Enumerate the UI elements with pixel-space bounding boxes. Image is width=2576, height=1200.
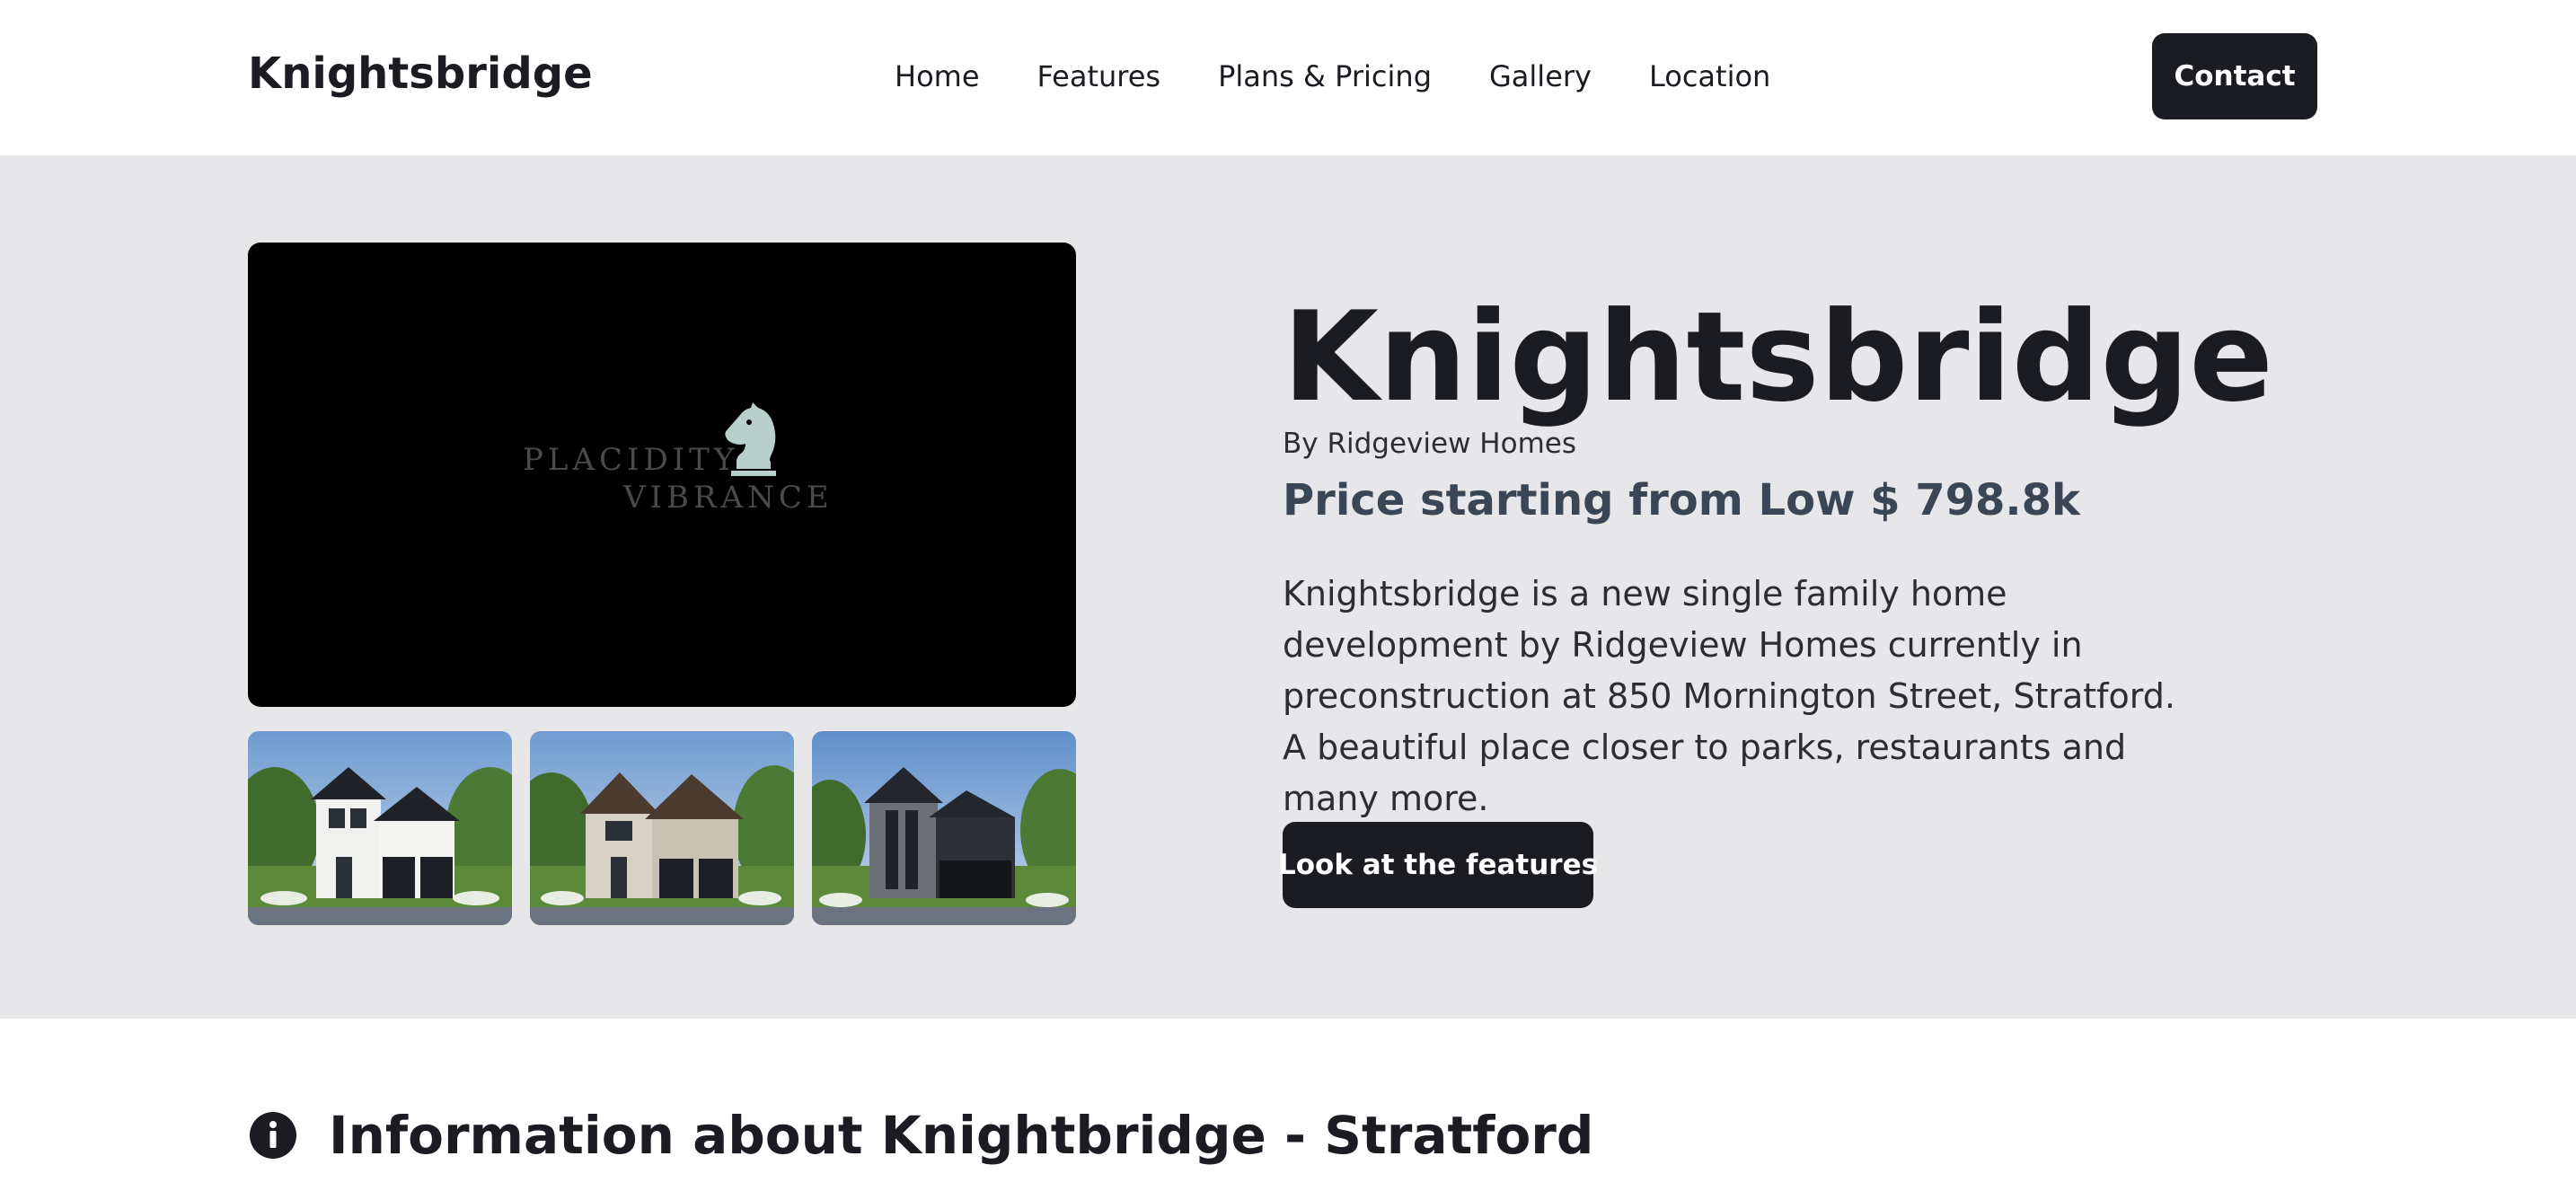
starting-price: Price starting from Low $ 798.8k — [1283, 475, 2080, 525]
house-image — [530, 731, 794, 925]
promo-video[interactable]: PLACIDITY VIBRANCE — [248, 243, 1076, 707]
logo-text-vibrance: VIBRANCE — [623, 480, 834, 516]
info-icon — [250, 1112, 296, 1159]
info-section: Information about Knightbridge - Stratfo… — [248, 1099, 1593, 1171]
nav-plans-pricing[interactable]: Plans & Pricing — [1218, 54, 1432, 99]
logo-text-placidity: PLACIDITY — [523, 442, 739, 478]
hero-section: PLACIDITY VIBRANCE Knightsbridge By Ridg… — [0, 155, 2576, 1019]
brand-logo[interactable]: Knightsbridge — [248, 47, 593, 101]
thumbnail-1[interactable] — [248, 731, 512, 925]
contact-button[interactable]: Contact — [2152, 33, 2317, 119]
developer-byline: By Ridgeview Homes — [1283, 428, 1576, 460]
house-image — [812, 731, 1076, 925]
video-logo: PLACIDITY VIBRANCE — [523, 402, 829, 528]
nav-gallery[interactable]: Gallery — [1489, 54, 1592, 99]
look-at-features-button[interactable]: Look at the features — [1278, 822, 1598, 908]
nav-location[interactable]: Location — [1649, 54, 1770, 99]
hero-title: Knightsbridge — [1283, 285, 2273, 429]
hero-description: Knightsbridge is a new single family hom… — [1283, 574, 2175, 818]
thumbnail-2[interactable] — [530, 731, 794, 925]
thumbnail-strip — [248, 731, 1076, 925]
main-nav: Home Features Plans & Pricing Gallery Lo… — [895, 54, 1828, 99]
house-image — [248, 731, 512, 925]
thumbnail-3[interactable] — [812, 731, 1076, 925]
nav-features[interactable]: Features — [1037, 54, 1161, 99]
info-heading: Information about Knightbridge - Stratfo… — [329, 1105, 1594, 1166]
site-header: Knightsbridge Home Features Plans & Pric… — [0, 0, 2576, 155]
nav-home[interactable]: Home — [895, 54, 980, 99]
